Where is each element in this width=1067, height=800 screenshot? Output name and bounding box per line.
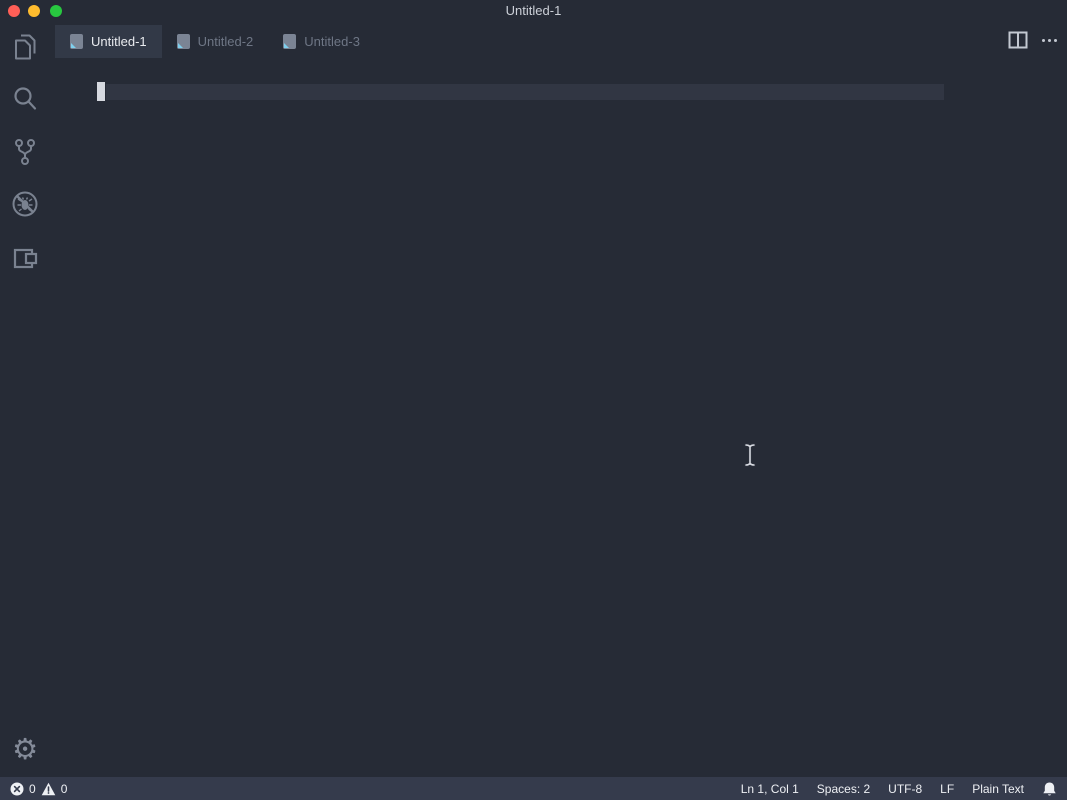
tab-untitled-1[interactable]: Untitled-1 bbox=[55, 25, 162, 58]
window-title: Untitled-1 bbox=[0, 0, 1067, 22]
error-icon bbox=[10, 782, 24, 796]
status-bar: 0 0 Ln 1, Col 1 Spaces: 2 UTF-8 LF Plain… bbox=[0, 777, 1067, 800]
status-bar-left: 0 0 bbox=[10, 782, 67, 796]
eol-setting[interactable]: LF bbox=[940, 782, 954, 796]
settings-gear-icon[interactable]: ⚙ bbox=[10, 734, 40, 764]
current-line-highlight bbox=[106, 84, 944, 100]
tab-label: Untitled-2 bbox=[198, 34, 254, 49]
extensions-icon[interactable] bbox=[10, 242, 40, 272]
title-bar: Untitled-1 bbox=[0, 0, 1067, 22]
explorer-icon[interactable] bbox=[10, 32, 40, 62]
error-count: 0 bbox=[29, 782, 36, 796]
split-editor-icon[interactable] bbox=[1008, 31, 1028, 49]
tab-label: Untitled-1 bbox=[91, 34, 147, 49]
source-control-icon[interactable] bbox=[10, 137, 40, 167]
cursor-position[interactable]: Ln 1, Col 1 bbox=[741, 782, 799, 796]
search-icon[interactable] bbox=[10, 84, 40, 114]
status-bar-right: Ln 1, Col 1 Spaces: 2 UTF-8 LF Plain Tex… bbox=[741, 781, 1057, 797]
problems-indicator[interactable]: 0 0 bbox=[10, 782, 67, 796]
tab-untitled-2[interactable]: Untitled-2 bbox=[162, 25, 269, 58]
file-icon bbox=[70, 34, 83, 49]
editor-area[interactable] bbox=[50, 58, 1067, 777]
notifications-bell-icon[interactable] bbox=[1042, 781, 1057, 797]
tab-untitled-3[interactable]: Untitled-3 bbox=[268, 25, 375, 58]
file-icon bbox=[283, 34, 296, 49]
debug-icon[interactable] bbox=[10, 189, 40, 219]
tab-bar: Untitled-1 Untitled-2 Untitled-3 bbox=[50, 22, 1067, 58]
indentation-setting[interactable]: Spaces: 2 bbox=[817, 782, 870, 796]
vscode-window: { "window": { "title": "Untitled-1" }, "… bbox=[0, 0, 1067, 800]
editor-actions bbox=[1008, 22, 1067, 58]
warning-icon bbox=[41, 782, 56, 796]
language-mode[interactable]: Plain Text bbox=[972, 782, 1024, 796]
text-cursor-block bbox=[97, 82, 105, 101]
encoding-setting[interactable]: UTF-8 bbox=[888, 782, 922, 796]
warning-count: 0 bbox=[61, 782, 68, 796]
file-icon bbox=[177, 34, 190, 49]
more-actions-icon[interactable] bbox=[1042, 31, 1057, 49]
tab-label: Untitled-3 bbox=[304, 34, 360, 49]
activity-bar: ⚙ bbox=[0, 22, 50, 777]
mouse-ibeam-cursor bbox=[742, 442, 758, 468]
